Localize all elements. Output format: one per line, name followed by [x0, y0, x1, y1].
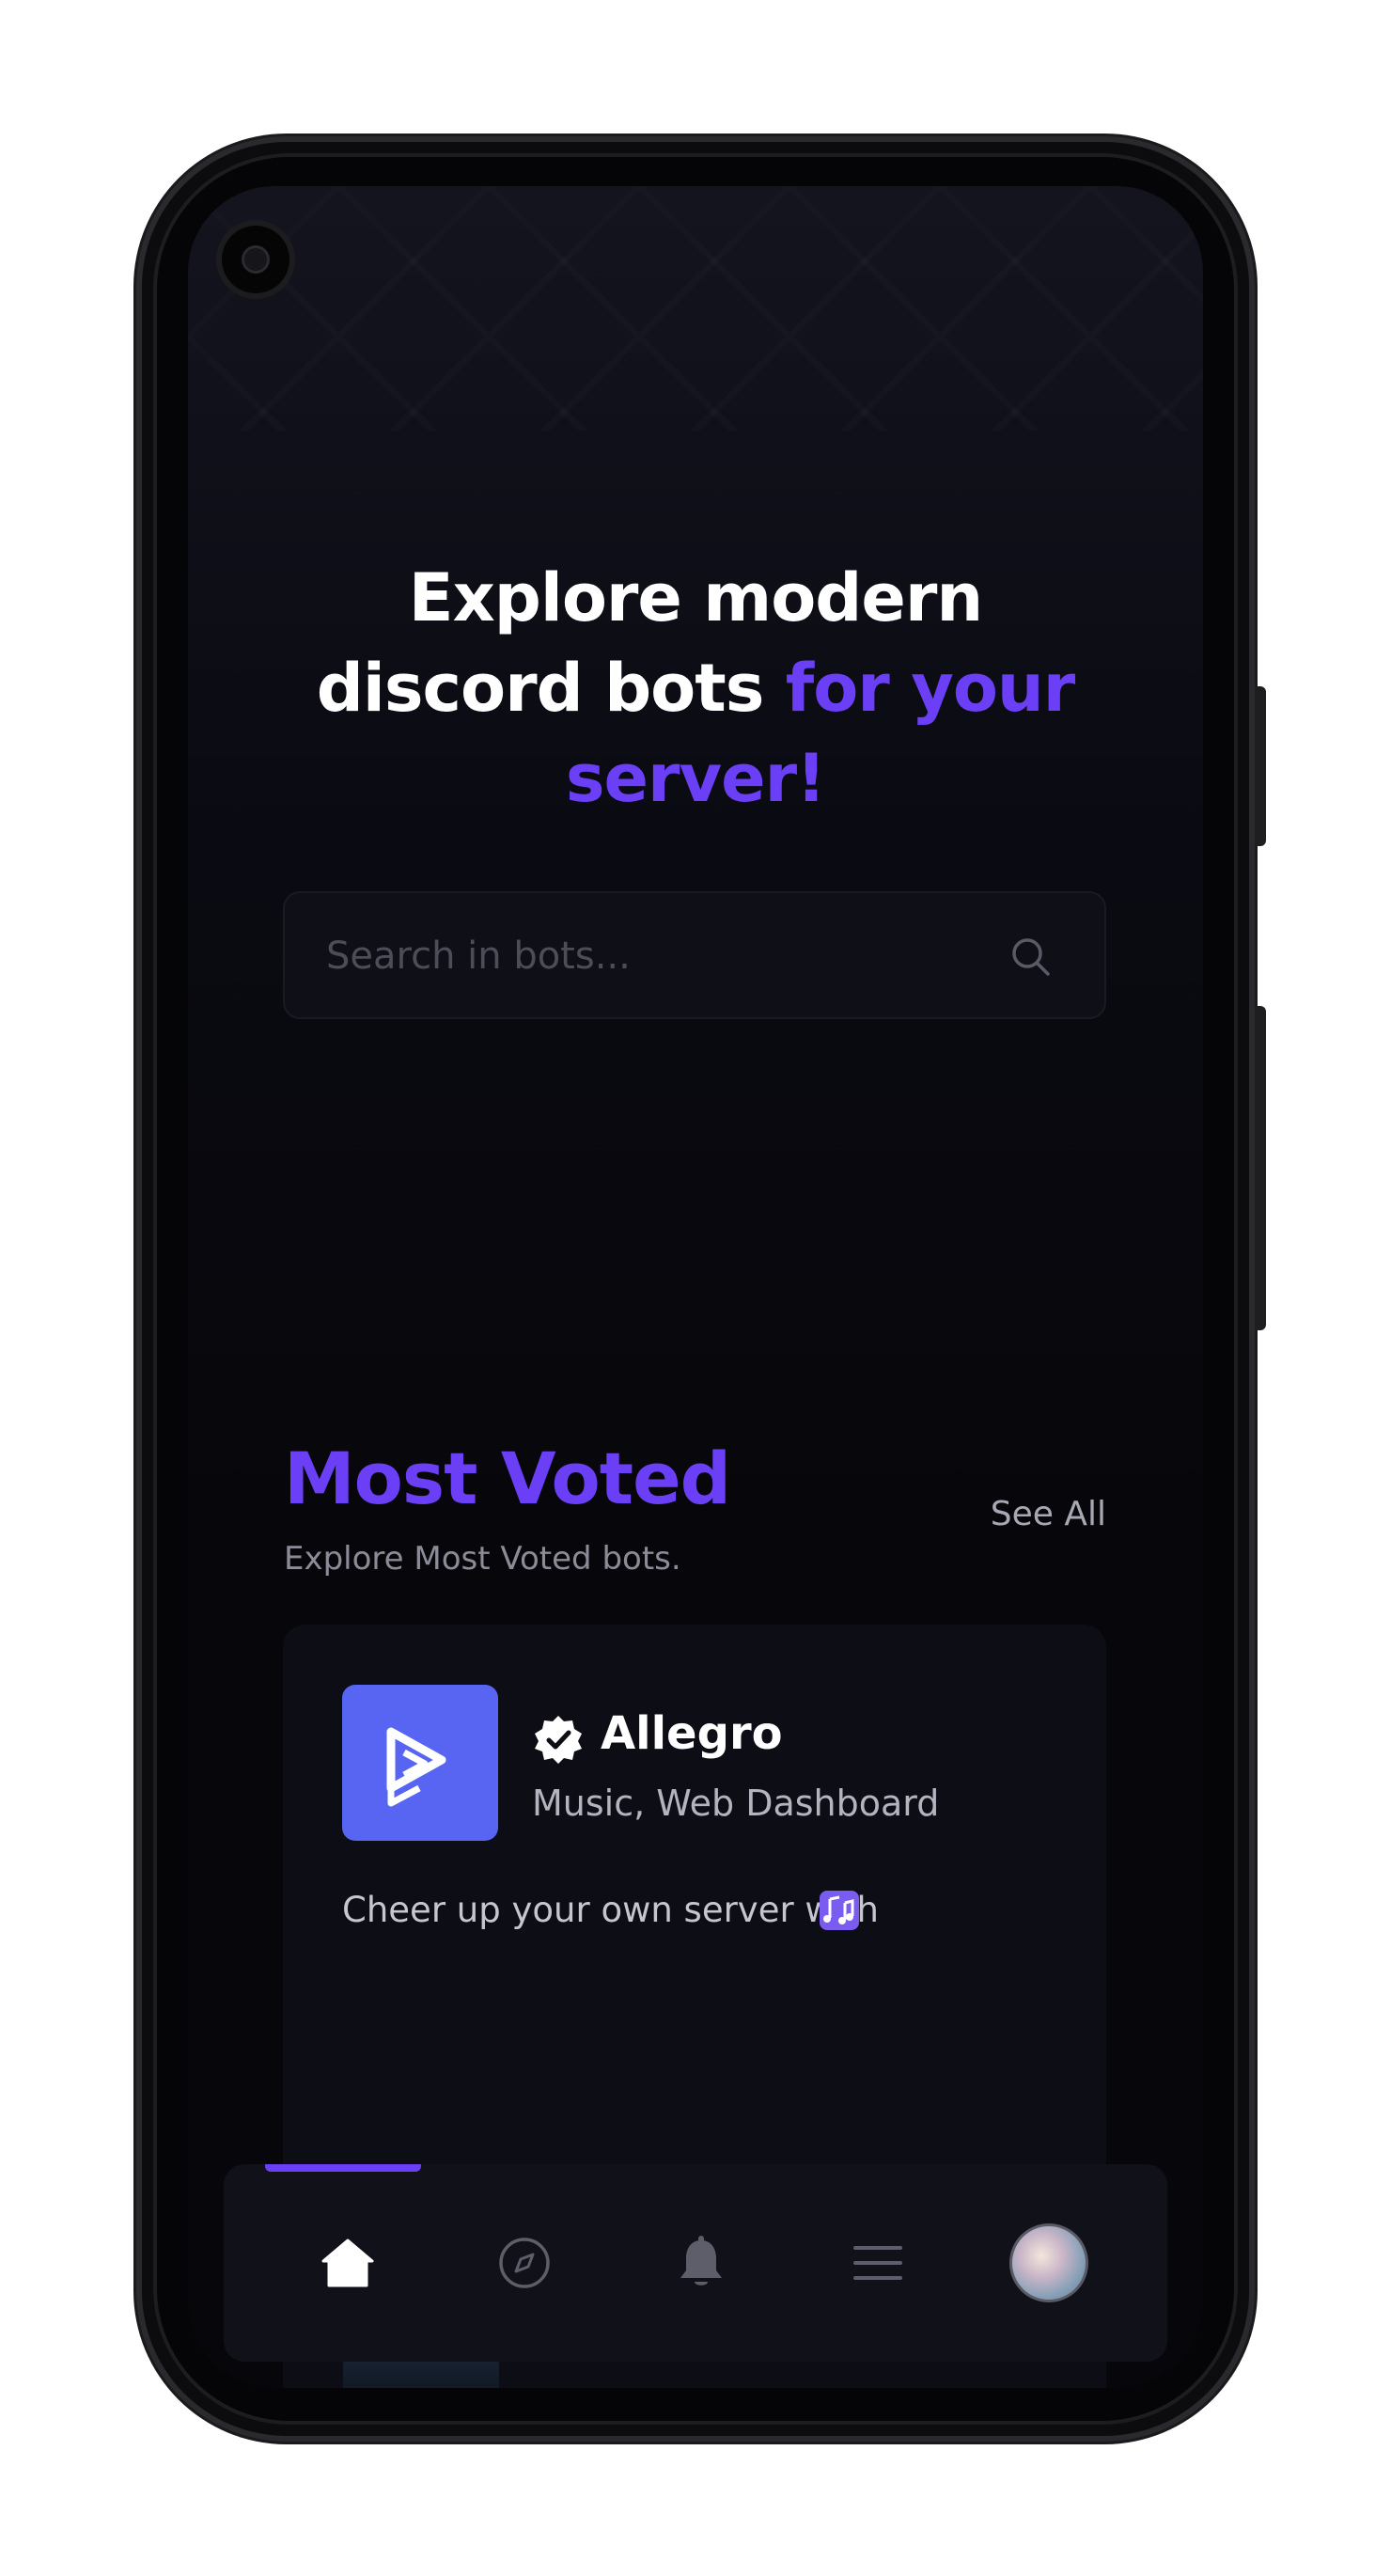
- tab-explore[interactable]: [479, 2218, 570, 2308]
- bot-name: Allegro: [601, 1707, 783, 1760]
- hero-line-3: server!: [565, 740, 826, 817]
- hero-line-2-white: discord bots: [316, 650, 786, 727]
- tab-menu[interactable]: [833, 2218, 923, 2308]
- see-all-link[interactable]: See All: [991, 1495, 1106, 1533]
- search-icon[interactable]: [1008, 935, 1054, 980]
- app-screen: Explore modern discord bots for your ser…: [188, 186, 1203, 2388]
- menu-icon: [853, 2246, 902, 2280]
- music-notes-icon: [820, 1891, 859, 1930]
- hero-heading: Explore modern discord bots for your ser…: [244, 553, 1147, 824]
- bot-description: Cheer up your own server with: [342, 1890, 879, 1930]
- bottom-tab-bar: [224, 2164, 1167, 2362]
- tab-home[interactable]: [303, 2218, 393, 2308]
- profile-avatar: [1009, 2223, 1088, 2302]
- hero-line-1: Explore modern: [408, 559, 984, 636]
- verified-icon: [535, 1716, 582, 1764]
- hero-line-2-accent: for your: [785, 650, 1076, 727]
- bot-tags: Music, Web Dashboard: [532, 1783, 940, 1824]
- compass-icon: [499, 2238, 550, 2288]
- active-tab-indicator: [265, 2164, 421, 2172]
- tab-profile[interactable]: [1004, 2218, 1094, 2308]
- front-camera: [222, 226, 289, 293]
- bot-avatar: [342, 1685, 498, 1841]
- header-pattern: [188, 186, 1203, 431]
- bot-logo-icon: [386, 1727, 446, 1807]
- bell-icon: [680, 2236, 722, 2285]
- volume-button: [1255, 1006, 1266, 1330]
- search-box[interactable]: [283, 891, 1106, 1019]
- power-button: [1255, 686, 1266, 846]
- home-icon: [321, 2238, 374, 2287]
- tab-notifications[interactable]: [656, 2218, 746, 2308]
- section-subtitle: Explore Most Voted bots.: [284, 1540, 681, 1578]
- search-input[interactable]: [324, 893, 986, 1019]
- section-title: Most Voted: [284, 1437, 731, 1520]
- hero-line-2: discord bots for your: [244, 643, 1147, 733]
